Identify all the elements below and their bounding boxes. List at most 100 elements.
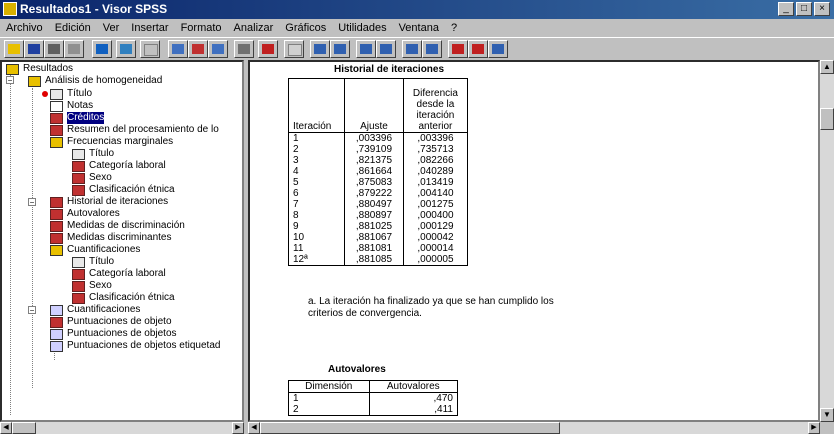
tree-node[interactable]: Título: [50, 88, 92, 100]
tree-node[interactable]: Sexo: [72, 280, 112, 292]
tree-node[interactable]: Autovalores: [50, 208, 120, 220]
collapse-toggle[interactable]: −: [6, 76, 14, 85]
promote-icon[interactable]: [468, 40, 488, 58]
save-icon[interactable]: [24, 40, 44, 58]
use-sets-icon[interactable]: [402, 40, 422, 58]
table-row: 12ª ,881085,000005: [287, 254, 469, 266]
tree-node[interactable]: Puntuaciones de objeto: [50, 316, 172, 328]
select-cases-icon[interactable]: [356, 40, 376, 58]
table-row: 1,003396,003396: [287, 132, 469, 144]
tree-node[interactable]: Medidas de discriminación: [50, 220, 185, 232]
output-horizontal-scrollbar[interactable]: ◀ ▶: [248, 422, 820, 434]
vertical-scrollbar[interactable]: ▲ ▼: [820, 60, 834, 422]
print-icon[interactable]: [44, 40, 64, 58]
tree-node[interactable]: Medidas discriminantes: [50, 232, 172, 244]
collapse-toggle[interactable]: −: [28, 306, 36, 315]
col-header: Iteración: [287, 78, 346, 133]
tree-node[interactable]: Cuantificaciones: [50, 244, 140, 256]
scroll-thumb[interactable]: [12, 422, 36, 434]
scroll-left-icon[interactable]: ◀: [248, 422, 260, 434]
title-icon: [50, 88, 63, 100]
menu-ver[interactable]: Ver: [97, 22, 126, 34]
tree-node[interactable]: Análisis de homogeneidad: [28, 75, 162, 87]
goto-data-icon[interactable]: [168, 40, 188, 58]
spss-app-icon[interactable]: [3, 2, 17, 16]
current-item-arrow-icon: [42, 91, 48, 97]
table-row: 11,881081,000014: [287, 243, 469, 254]
menu-insertar[interactable]: Insertar: [125, 22, 174, 34]
menu-archivo[interactable]: Archivo: [0, 22, 49, 34]
split-file-icon[interactable]: [310, 40, 330, 58]
print-preview-icon[interactable]: [64, 40, 84, 58]
menu-analizar[interactable]: Analizar: [228, 22, 280, 34]
hide-icon[interactable]: [448, 40, 468, 58]
table-row: 7,880497,001275: [287, 199, 469, 210]
table-icon: [72, 292, 85, 304]
table-icon: [50, 208, 63, 220]
tree-node[interactable]: Clasificación étnica: [72, 184, 175, 196]
show-all-icon[interactable]: [422, 40, 442, 58]
table-icon: [72, 160, 85, 172]
table-row: 6,879222,004140: [287, 188, 469, 199]
insert-cases-icon[interactable]: [258, 40, 278, 58]
tree-node[interactable]: Categoría laboral: [72, 160, 166, 172]
variables-icon[interactable]: [208, 40, 228, 58]
tree-node[interactable]: Categoría laboral: [72, 268, 166, 280]
tree-node[interactable]: Título: [72, 148, 114, 160]
tree-node[interactable]: Sexo: [72, 172, 112, 184]
insert-variable-icon[interactable]: [284, 40, 304, 58]
scroll-thumb[interactable]: [820, 108, 834, 130]
menu-ayuda[interactable]: ?: [445, 22, 463, 34]
scroll-thumb[interactable]: [260, 422, 560, 434]
collapse-toggle[interactable]: −: [28, 198, 36, 207]
demote-icon[interactable]: [488, 40, 508, 58]
scroll-right-icon[interactable]: ▶: [232, 422, 244, 434]
tree-node[interactable]: Frecuencias marginales: [50, 136, 173, 148]
scroll-up-icon[interactable]: ▲: [820, 60, 834, 74]
value-labels-icon[interactable]: [376, 40, 396, 58]
undo-icon[interactable]: [140, 40, 160, 58]
tree-node[interactable]: Puntuaciones de objetos: [50, 328, 177, 340]
tree-node[interactable]: Créditos: [50, 112, 105, 124]
tree-node[interactable]: Notas: [50, 100, 93, 112]
table-row: 2,739109,735713: [287, 144, 469, 155]
iterations-table[interactable]: Iteración Ajuste Diferencia desde la ite…: [287, 78, 469, 266]
weight-cases-icon[interactable]: [330, 40, 350, 58]
iterations-table-title: Historial de iteraciones: [334, 64, 445, 75]
eigenvalues-table[interactable]: Dimensión Autovalores 1,470 2,411: [288, 380, 459, 416]
minimize-button[interactable]: _: [778, 2, 794, 16]
menu-edicion[interactable]: Edición: [49, 22, 97, 34]
scroll-right-icon[interactable]: ▶: [808, 422, 820, 434]
close-button[interactable]: ×: [814, 2, 830, 16]
table-footnote: a. La iteración ha finalizado ya que se …: [308, 296, 554, 319]
find-icon[interactable]: [234, 40, 254, 58]
table-icon: [50, 220, 63, 232]
menu-ventana[interactable]: Ventana: [393, 22, 445, 34]
open-icon[interactable]: [4, 40, 24, 58]
tree-node[interactable]: Puntuaciones de objetos etiquetad: [50, 340, 220, 352]
menu-graficos[interactable]: Gráficos: [279, 22, 332, 34]
tree-node[interactable]: Cuantificaciones: [50, 304, 140, 316]
chart-icon: [50, 328, 63, 340]
scroll-down-icon[interactable]: ▼: [820, 408, 834, 422]
title-icon: [72, 148, 85, 160]
eigen-table-title: Autovalores: [328, 364, 386, 375]
tree-node[interactable]: Título: [72, 256, 114, 268]
export-icon[interactable]: [92, 40, 112, 58]
tree-node[interactable]: Historial de iteraciones: [50, 196, 168, 208]
open-book-icon: [50, 244, 63, 256]
table-icon: [50, 232, 63, 244]
tree-node[interactable]: Resultados: [6, 63, 73, 75]
tree-node[interactable]: Resumen del procesamiento de lo: [50, 124, 219, 136]
outline-pane[interactable]: − − − Resultados Análisis de homogeneida…: [0, 60, 244, 422]
scroll-left-icon[interactable]: ◀: [0, 422, 12, 434]
outline-horizontal-scrollbar[interactable]: ◀ ▶: [0, 422, 244, 434]
menu-utilidades[interactable]: Utilidades: [332, 22, 392, 34]
dialog-recall-icon[interactable]: [116, 40, 136, 58]
output-pane[interactable]: Historial de iteraciones Iteración Ajust…: [248, 60, 820, 422]
maximize-button[interactable]: □: [796, 2, 812, 16]
menu-formato[interactable]: Formato: [175, 22, 228, 34]
open-book-icon: [50, 136, 63, 148]
tree-node[interactable]: Clasificación étnica: [72, 292, 175, 304]
goto-case-icon[interactable]: [188, 40, 208, 58]
